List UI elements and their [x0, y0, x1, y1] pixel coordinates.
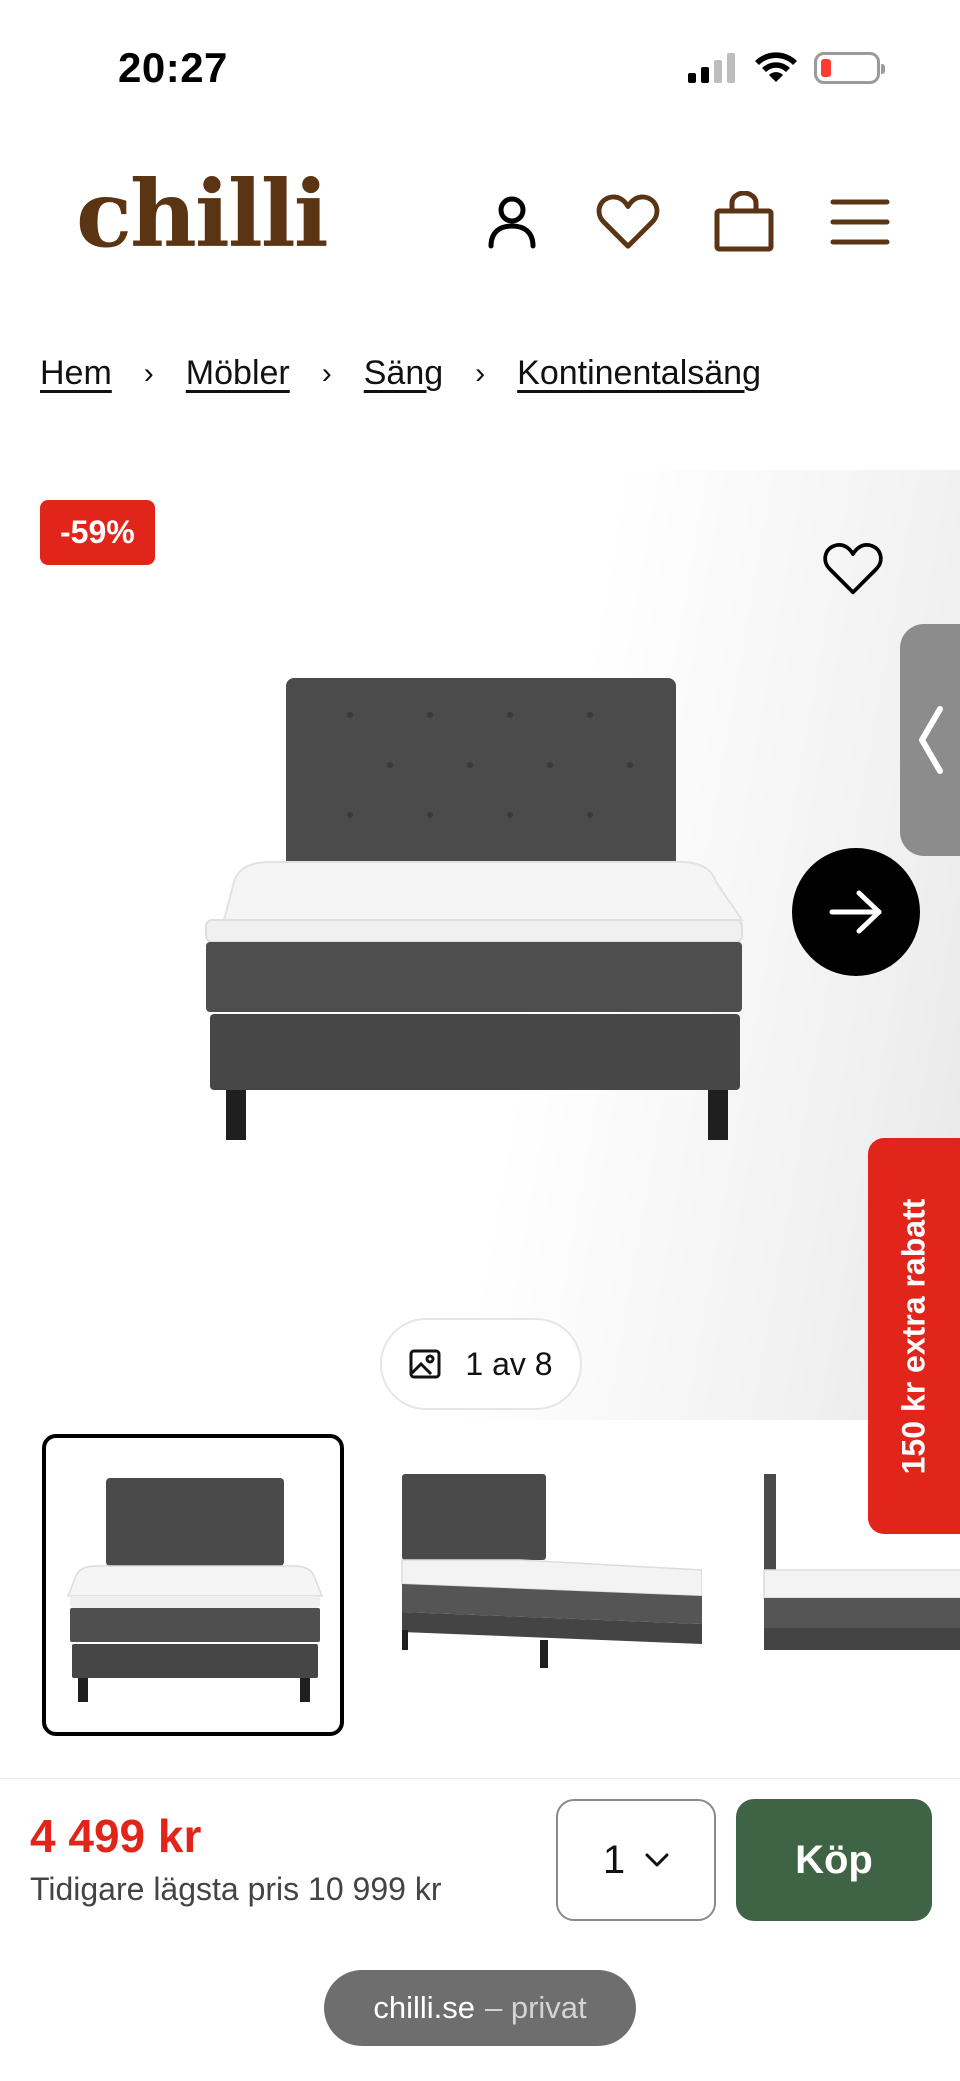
wishlist-heart-icon[interactable]	[818, 534, 888, 604]
discount-badge: -59%	[40, 500, 155, 565]
product-image-bed	[205, 678, 744, 1140]
quantity-value: 1	[602, 1837, 626, 1882]
account-icon[interactable]	[480, 190, 544, 254]
signal-icon	[688, 53, 735, 83]
breadcrumb-separator: ›	[321, 356, 332, 390]
previous-lowest-price: Tidigare lägsta pris 10 999 kr	[30, 1871, 442, 1907]
logo[interactable]: chilli	[76, 168, 329, 260]
breadcrumb-separator: ›	[143, 356, 154, 390]
chevron-left-icon	[919, 706, 943, 774]
browser-url-pill[interactable]: chilli.se – privat	[324, 1970, 636, 2046]
heart-icon[interactable]	[596, 190, 660, 254]
thumbnail-3[interactable]	[762, 1434, 960, 1736]
buy-button[interactable]: Köp	[736, 1799, 932, 1921]
thumbnail-1[interactable]	[42, 1434, 344, 1736]
site-header: chilli	[0, 160, 960, 280]
status-time: 20:27	[118, 44, 228, 91]
price: 4 499 kr	[30, 1810, 202, 1862]
thumbnail-2[interactable]	[400, 1434, 703, 1736]
breadcrumb-furniture[interactable]: Möbler	[186, 354, 290, 393]
image-counter[interactable]: 1 av 8	[380, 1318, 582, 1410]
arrow-right-icon	[829, 890, 882, 934]
status-icons	[688, 52, 885, 84]
breadcrumb: Hem › Möbler › Säng › Kontinentalsäng	[40, 354, 761, 393]
browser-domain: chilli.se	[373, 1990, 475, 2025]
header-icons	[480, 190, 892, 254]
image-counter-text: 1 av 8	[465, 1345, 553, 1382]
status-bar: 20:27	[0, 0, 960, 140]
image-icon	[409, 1349, 441, 1379]
breadcrumb-separator: ›	[475, 356, 486, 390]
breadcrumb-continental-bed[interactable]: Kontinentalsäng	[517, 354, 761, 393]
menu-icon[interactable]	[828, 190, 892, 254]
browser-mode: – privat	[484, 1990, 587, 2025]
battery-icon	[814, 52, 885, 84]
extra-discount-label: 150 kr extra rabatt	[895, 1198, 932, 1474]
chevron-down-icon	[645, 1853, 669, 1867]
thumbnail-strip	[0, 1434, 960, 1740]
breadcrumb-bed[interactable]: Säng	[364, 354, 443, 393]
bag-icon[interactable]	[712, 190, 776, 254]
quantity-select[interactable]: 1	[556, 1799, 716, 1921]
wifi-icon	[755, 52, 797, 82]
breadcrumb-home[interactable]: Hem	[40, 354, 112, 393]
side-panel-tab[interactable]	[900, 624, 960, 856]
next-image-button[interactable]	[792, 848, 920, 976]
